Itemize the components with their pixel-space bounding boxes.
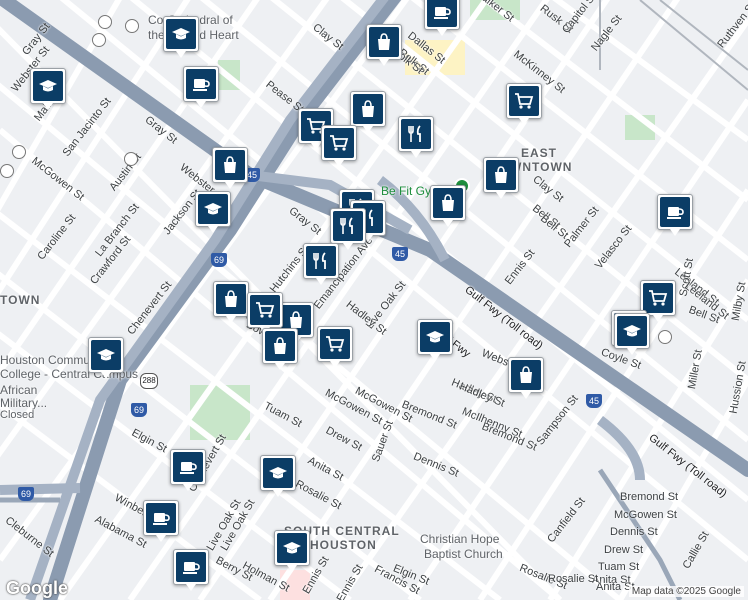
interstate-shield-icon: 45 [586, 394, 602, 408]
interstate-shield-icon: 69 [18, 487, 34, 501]
poi-label[interactable]: Military... [0, 396, 47, 410]
shopping-marker[interactable] [262, 328, 298, 370]
poi-label[interactable]: Christian Hope [420, 532, 499, 546]
shopping-icon [265, 331, 295, 361]
cafe-marker[interactable] [143, 500, 179, 542]
restaurant-icon [306, 246, 336, 276]
education-marker[interactable] [274, 530, 310, 572]
google-logo: Google [6, 578, 68, 598]
shopping-icon [486, 160, 516, 190]
transit-icon[interactable] [0, 164, 14, 178]
education-marker[interactable] [30, 68, 66, 110]
education-icon [198, 194, 228, 224]
restaurant-marker[interactable] [398, 116, 434, 158]
shopping-cart-icon [250, 295, 280, 325]
map-attribution[interactable]: Map data ©2025 Google [628, 586, 744, 597]
shopping-cart-icon [324, 128, 354, 158]
shopping-icon [215, 150, 245, 180]
cafe-marker[interactable] [170, 449, 206, 491]
transit-icon[interactable] [658, 330, 672, 344]
education-icon [33, 71, 63, 101]
education-icon [263, 458, 293, 488]
cafe-icon [176, 552, 206, 582]
interstate-shield-icon: 69 [211, 253, 227, 267]
restaurant-marker[interactable] [303, 243, 339, 285]
shopping-marker[interactable] [213, 281, 249, 323]
street-label: McGowen St [614, 509, 677, 521]
shopping-icon [511, 360, 541, 390]
state-highway-shield-icon: 288 [140, 373, 158, 389]
cafe-marker[interactable] [424, 0, 460, 36]
education-marker[interactable] [614, 313, 650, 355]
street-label: Tuam St [598, 561, 640, 573]
cafe-icon [146, 503, 176, 533]
street-label: Bremond St [620, 491, 679, 503]
transit-icon[interactable] [12, 145, 26, 159]
shopping-cart-marker[interactable] [317, 326, 353, 368]
education-icon [277, 533, 307, 563]
shopping-cart-icon [320, 329, 350, 359]
shopping-marker[interactable] [366, 24, 402, 66]
shopping-cart-marker[interactable] [506, 83, 542, 125]
poi-label[interactable]: Baptist Church [424, 547, 503, 561]
shopping-cart-marker[interactable] [247, 292, 283, 334]
interstate-shield-icon: 45 [392, 247, 408, 261]
education-icon [420, 322, 450, 352]
street-label: Dennis St [610, 526, 658, 538]
shopping-marker[interactable] [483, 157, 519, 199]
education-icon [166, 19, 196, 49]
poi-label[interactable]: African [0, 383, 37, 397]
cafe-icon [660, 197, 690, 227]
education-marker[interactable] [88, 337, 124, 379]
education-icon [91, 340, 121, 370]
cafe-marker[interactable] [657, 194, 693, 236]
education-marker[interactable] [163, 16, 199, 58]
transit-icon[interactable] [124, 152, 138, 166]
shopping-marker[interactable] [430, 185, 466, 227]
shopping-marker[interactable] [350, 91, 386, 133]
cafe-icon [427, 0, 457, 27]
map-view[interactable]: EAST DOWNTOWN TOWN SOUTH CENTRAL HOUSTON… [0, 0, 748, 600]
church-icon[interactable] [125, 19, 139, 33]
shopping-icon [216, 284, 246, 314]
restaurant-icon [333, 211, 363, 241]
restaurant-icon [401, 119, 431, 149]
area-label: HOUSTON [310, 538, 377, 552]
street-label: Rosalie St [548, 573, 599, 585]
transit-icon[interactable] [98, 15, 112, 29]
education-icon [617, 316, 647, 346]
cafe-marker[interactable] [173, 549, 209, 591]
restaurant-marker[interactable] [330, 208, 366, 250]
education-marker[interactable] [260, 455, 296, 497]
shopping-icon [433, 188, 463, 218]
cafe-marker[interactable] [183, 66, 219, 108]
cafe-icon [173, 452, 203, 482]
poi-label: Closed [0, 409, 35, 421]
cafe-icon [186, 69, 216, 99]
shopping-cart-icon [643, 283, 673, 313]
shopping-cart-marker[interactable] [321, 125, 357, 167]
shopping-cart-icon [509, 86, 539, 116]
shopping-icon [353, 94, 383, 124]
shopping-icon [369, 27, 399, 57]
education-marker[interactable] [417, 319, 453, 361]
area-label: EAST [521, 146, 558, 160]
interstate-shield-icon: 69 [131, 403, 147, 417]
shopping-marker[interactable] [508, 357, 544, 399]
transit-icon[interactable] [92, 33, 106, 47]
street-label: Drew St [604, 544, 644, 556]
shopping-marker[interactable] [212, 147, 248, 189]
area-label: TOWN [0, 293, 41, 307]
education-marker[interactable] [195, 191, 231, 233]
